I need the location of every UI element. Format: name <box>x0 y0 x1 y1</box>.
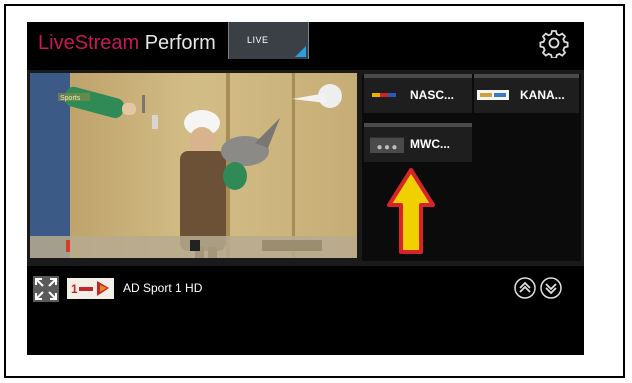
video-frame-image: Sports <box>30 73 357 258</box>
video-player[interactable]: Sports <box>30 73 357 258</box>
tile-top-bar <box>364 74 472 78</box>
channel-thumbnail: 1 <box>67 278 114 299</box>
dots-placeholder-icon <box>370 137 404 153</box>
app-title: LiveStream Perform <box>38 31 216 55</box>
highlight-arrow-icon <box>387 168 435 254</box>
tile-top-bar <box>474 74 579 78</box>
fullscreen-expand-icon[interactable] <box>33 276 59 302</box>
app-title-brand: LiveStream <box>38 32 140 54</box>
now-playing-channel-name: AD Sport 1 HD <box>123 281 203 295</box>
video-overlay-text: Sports <box>60 95 81 102</box>
channel-tile-kanal[interactable]: KANA... <box>474 74 579 113</box>
thumbnail-number: 1 <box>71 282 78 296</box>
app-window: LiveStream Perform LIVE Sports NASC... K… <box>27 22 584 355</box>
channel-label: KANA... <box>520 88 565 102</box>
gear-icon[interactable] <box>539 28 569 58</box>
app-title-suffix: Perform <box>139 32 216 54</box>
now-playing-bar: 1 AD Sport 1 HD <box>27 266 584 355</box>
channel-label: MWC... <box>410 137 450 151</box>
tile-top-bar <box>364 123 472 127</box>
scroll-down-icon[interactable] <box>540 277 562 299</box>
tab-live-label: LIVE <box>247 35 269 45</box>
nascar-logo-icon <box>372 93 396 97</box>
header-bar: LiveStream Perform LIVE <box>27 22 584 66</box>
kanal-logo-icon <box>477 90 509 100</box>
channel-label: NASC... <box>410 88 455 102</box>
channel-tile-nascar[interactable]: NASC... <box>364 74 472 113</box>
channel-tile-mwc[interactable]: MWC... <box>364 123 472 162</box>
tab-corner-indicator <box>295 46 306 57</box>
tab-live[interactable]: LIVE <box>228 22 309 59</box>
scroll-up-icon[interactable] <box>514 277 536 299</box>
